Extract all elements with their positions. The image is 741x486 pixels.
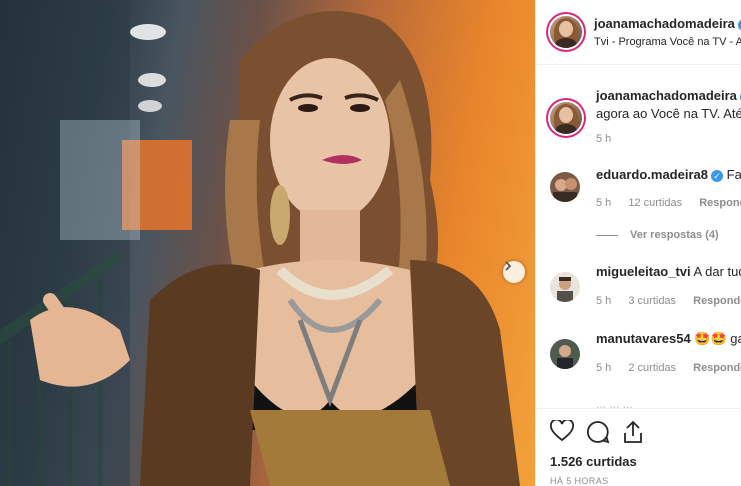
share-icon[interactable] [622, 420, 644, 449]
post-location[interactable]: Tvi - Programa Você na TV - Ac [594, 36, 741, 48]
comment-text: 🤩🤩 ga [694, 331, 741, 346]
comment-text: A dar tud [693, 264, 741, 279]
comment-time: 5 h [596, 295, 612, 307]
comment-username[interactable]: manutavares54 [596, 331, 691, 346]
divider [596, 234, 618, 236]
post-details-panel: joanamachadomadeira✓ Tvi - Programa Você… [535, 0, 741, 486]
comment-time: 5 h [596, 362, 612, 374]
author-username-text[interactable]: joanamachadomadeira [594, 16, 735, 31]
comment-time: 5 h [596, 197, 612, 209]
view-replies-button[interactable]: Ver respostas (4) [596, 229, 719, 241]
reply-button[interactable]: Respond [699, 197, 741, 209]
next-photo-button[interactable] [503, 261, 525, 283]
comment-avatar[interactable] [550, 272, 580, 302]
caption-author-username[interactable]: joanamachadomadeira✓ [596, 88, 741, 103]
author-username[interactable]: joanamachadomadeira✓ [594, 16, 741, 31]
heart-icon[interactable] [550, 418, 574, 447]
view-replies-label[interactable]: Ver respostas (4) [630, 229, 719, 241]
caption-author-avatar[interactable] [550, 102, 582, 134]
comment-line: manutavares54 🤩🤩 ga [596, 331, 741, 347]
post-photo[interactable] [0, 0, 535, 486]
comment-line: migueleitao_tvi A dar tud [596, 264, 741, 279]
verified-icon: ✓ [711, 170, 723, 182]
post-time: HÁ 5 HORAS [550, 476, 609, 486]
comment-meta: 5 h 3 curtidas Responde [596, 295, 741, 307]
caption-time: 5 h [596, 133, 612, 145]
author-avatar[interactable] [550, 16, 582, 48]
reply-button[interactable]: Responde [693, 362, 741, 374]
reply-button[interactable]: Responde [693, 295, 741, 307]
likes-count[interactable]: 1.526 curtidas [550, 454, 637, 469]
comment-meta: 5 h 12 curtidas Respond [596, 197, 741, 209]
comment-meta: 5 h 2 curtidas Responde [596, 362, 741, 374]
comment-line: eduardo.madeira8✓ Fazi [596, 167, 741, 182]
post-header: joanamachadomadeira✓ Tvi - Programa Você… [536, 0, 741, 65]
caption-text: agora ao Você na TV. Até [596, 106, 741, 121]
comment-avatar[interactable] [550, 172, 580, 202]
comment-likes[interactable]: 12 curtidas [628, 197, 682, 209]
photo-illustration [0, 0, 520, 486]
comment-avatar[interactable] [550, 339, 580, 369]
actions-bar: 1.526 curtidas HÁ 5 HORAS [536, 408, 741, 486]
comment-text: Fazi [726, 167, 741, 182]
comment-username[interactable]: eduardo.madeira8 [596, 167, 708, 182]
caption-author-text[interactable]: joanamachadomadeira [596, 88, 737, 103]
comment-likes[interactable]: 2 curtidas [628, 362, 676, 374]
comment-username[interactable]: migueleitao_tvi [596, 264, 691, 279]
comment-icon[interactable] [586, 420, 610, 449]
comment-likes[interactable]: 3 curtidas [628, 295, 676, 307]
